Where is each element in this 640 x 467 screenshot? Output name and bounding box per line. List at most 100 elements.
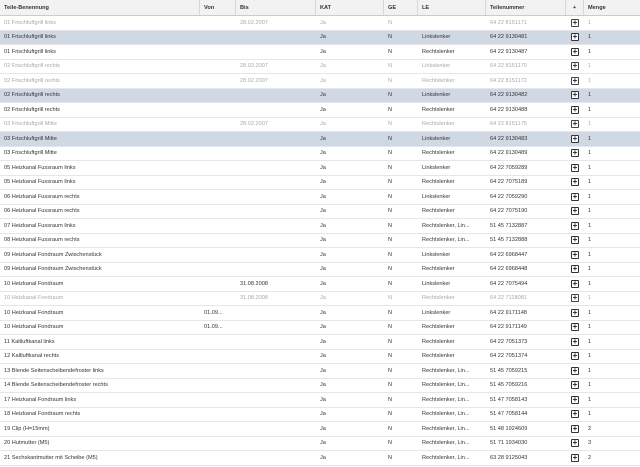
table-row[interactable]: 09 Heizkanal Fondraum Zwischenstück Ja N Li… [0, 248, 640, 263]
add-to-cart-icon[interactable]: + [571, 294, 579, 303]
cell-add: + [566, 451, 584, 465]
table-row[interactable]: 10 Heizkanal Fondraum 01.09... Ja N Linkslen… [0, 306, 640, 321]
add-to-cart-icon[interactable]: + [571, 221, 579, 230]
add-to-cart-icon[interactable]: + [571, 250, 579, 259]
column-header-le[interactable]: LE [418, 0, 486, 15]
add-to-cart-icon[interactable]: + [571, 207, 579, 216]
table-row[interactable]: 03 Frischluftgrill Mitte Ja N Linkslenker 64… [0, 132, 640, 147]
cell-add: + [566, 437, 584, 451]
add-to-cart-icon[interactable]: + [571, 163, 579, 172]
table-row[interactable]: 06 Heizkanal Fussraum rechts Ja N Linkslenk… [0, 190, 640, 205]
cell-kat: Ja [320, 411, 326, 418]
column-header-menge[interactable]: Menge [584, 0, 640, 15]
add-to-cart-icon[interactable]: + [571, 178, 579, 187]
cell-kat: Ja [320, 150, 326, 157]
table-row[interactable]: 02 Frischluftgrill rechts Ja N Linkslenker 6… [0, 88, 640, 103]
cell-le: Rechtslenker [422, 48, 455, 55]
table-row[interactable]: 20 Hutmutter (M5) Ja N Rechtslenker, Lin...… [0, 437, 640, 451]
cell-add: + [566, 422, 584, 436]
add-to-cart-icon[interactable]: + [571, 453, 579, 462]
add-to-cart-icon[interactable]: + [571, 279, 579, 288]
column-header-name[interactable]: Teile-Benennung [0, 0, 200, 15]
table-row[interactable]: 10 Heizkanal Fondraum 31.08.2008 Ja N Linksl… [0, 277, 640, 292]
cell-teilenummer: 64 22 7059290 [490, 193, 528, 200]
table-row[interactable]: 03 Frischluftgrill Mitte 28.02.2007 Ja N Rec… [0, 118, 640, 132]
add-to-cart-icon[interactable]: + [571, 18, 579, 27]
column-header-von[interactable]: Von [200, 0, 236, 15]
add-to-cart-icon[interactable]: + [571, 33, 579, 42]
add-to-cart-icon[interactable]: + [571, 47, 579, 56]
table-row[interactable]: 01 Frischluftgrill links Ja N Linkslenker 64… [0, 30, 640, 45]
table-row[interactable]: 10 Heizkanal Fondraum 01.09... Ja N Rechtsle… [0, 321, 640, 335]
add-to-cart-icon[interactable]: + [571, 410, 579, 419]
cell-name: 21 Sechskantmutter mit Scheibe (M5) [4, 454, 98, 461]
cell-le: Rechtslenker, Lin... [422, 425, 470, 432]
add-to-cart-icon[interactable]: + [571, 439, 579, 448]
cell-menge: 1 [588, 324, 592, 331]
add-to-cart-icon[interactable]: + [571, 381, 579, 390]
cell-kat: Ja [320, 48, 326, 55]
table-row[interactable]: 12 Kaltluftkanal rechts Ja N Rechtslenker 64… [0, 350, 640, 364]
table-row[interactable]: 09 Heizkanal Fondraum Zwischenstück Ja N Re… [0, 263, 640, 277]
cell-kat: Ja [320, 280, 326, 287]
column-header-bis[interactable]: Bis [236, 0, 316, 15]
add-to-cart-icon[interactable]: + [571, 192, 579, 201]
table-row[interactable]: 07 Heizkanal Fussraum links Ja N Rechtslenk… [0, 219, 640, 234]
cell-teilenummer: 64 22 7118081 [490, 295, 527, 302]
table-row[interactable]: 02 Frischluftgrill rechts 28.02.2007 Ja N Li… [0, 60, 640, 74]
cell-bis [236, 132, 316, 146]
add-to-cart-icon[interactable]: + [571, 337, 579, 346]
add-to-cart-icon[interactable]: + [571, 323, 579, 332]
cell-bis [236, 219, 316, 233]
cell-le: Rechtslenker, Lin... [422, 440, 470, 447]
column-header-teilenummer[interactable]: Teilenummer [486, 0, 566, 15]
add-to-cart-icon[interactable]: + [571, 395, 579, 404]
table-row[interactable]: 02 Frischluftgrill rechts Ja N Rechtslenker… [0, 103, 640, 118]
add-to-cart-icon[interactable]: + [571, 105, 579, 114]
table-row[interactable]: 03 Frischluftgrill Mitte Ja N Rechtslenker 6… [0, 147, 640, 161]
add-to-cart-icon[interactable]: + [571, 265, 579, 274]
add-to-cart-icon[interactable]: + [571, 424, 579, 433]
column-header-ge[interactable]: GE [384, 0, 418, 15]
table-row[interactable]: 17 Heizkanal Fondraum links Ja N Rechtslenk… [0, 393, 640, 408]
add-to-cart-icon[interactable]: + [571, 91, 579, 100]
add-to-cart-icon[interactable]: + [571, 134, 579, 143]
cell-ge: N [388, 63, 393, 70]
add-to-cart-icon[interactable]: + [571, 352, 579, 361]
table-row[interactable]: 01 Frischluftgrill links 28.02.2007 Ja N 64 … [0, 16, 640, 31]
cell-bis [236, 103, 316, 117]
table-row[interactable]: 06 Heizkanal Fussraum rechts Ja N Rechtslen… [0, 205, 640, 219]
table-row[interactable]: 05 Heizkanal Fussraum links Ja N Linkslenke… [0, 161, 640, 176]
table-row[interactable]: 10 Heizkanal Fondraum 31.08.2008 Ja N Rechts… [0, 292, 640, 306]
table-row[interactable]: 11 Kaltluftkanal links Ja N Rechtslenker 64 … [0, 335, 640, 350]
cell-menge: 1 [588, 353, 592, 360]
cell-teilenummer: 64 22 8151172 [490, 77, 527, 84]
add-to-cart-icon[interactable]: + [571, 120, 579, 129]
table-row[interactable]: 19 Clip (H=15mm) Ja N Rechtslenker, Lin... 5… [0, 422, 640, 437]
table-row[interactable]: 08 Heizkanal Fussraum rechts Ja N Rechtslen… [0, 234, 640, 248]
cell-menge: 1 [588, 164, 592, 171]
add-to-cart-icon[interactable]: + [571, 76, 579, 85]
add-to-cart-icon[interactable]: + [571, 366, 579, 375]
cell-kat: Ja [320, 454, 326, 461]
add-to-cart-icon[interactable]: + [571, 236, 579, 245]
add-to-cart-icon[interactable]: + [571, 308, 579, 317]
cell-teilenummer: 64 22 9130488 [490, 106, 528, 113]
cell-menge: 1 [588, 338, 592, 345]
table-row[interactable]: 05 Heizkanal Fussraum links Ja N Rechtslenk… [0, 176, 640, 190]
add-to-cart-icon[interactable]: + [571, 149, 579, 158]
table-row[interactable]: 13 Blende Seitenscheibendefroster links J… [0, 364, 640, 379]
cell-name: 10 Heizkanal Fondraum [4, 309, 64, 316]
table-row[interactable]: 18 Heizkanal Fondraum rechts Ja N Rechtslen… [0, 408, 640, 422]
table-row[interactable]: 02 Frischluftgrill rechts 28.02.2007 Ja N Re… [0, 74, 640, 89]
table-row[interactable]: 01 Frischluftgrill links Ja N Rechtslenker 6… [0, 45, 640, 60]
cell-menge: 1 [588, 92, 592, 99]
column-header-kat[interactable]: KAT [316, 0, 384, 15]
table-row[interactable]: 14 Blende Seitenscheibendefroster rechts… [0, 379, 640, 393]
cell-name: 01 Frischluftgrill links [4, 48, 56, 55]
table-row[interactable]: 21 Sechskantmutter mit Scheibe (M5) Ja N Re… [0, 451, 640, 466]
cell-von [200, 161, 236, 175]
add-to-cart-icon[interactable]: + [571, 62, 579, 71]
cell-von [200, 350, 236, 364]
cell-menge: 1 [588, 121, 592, 128]
